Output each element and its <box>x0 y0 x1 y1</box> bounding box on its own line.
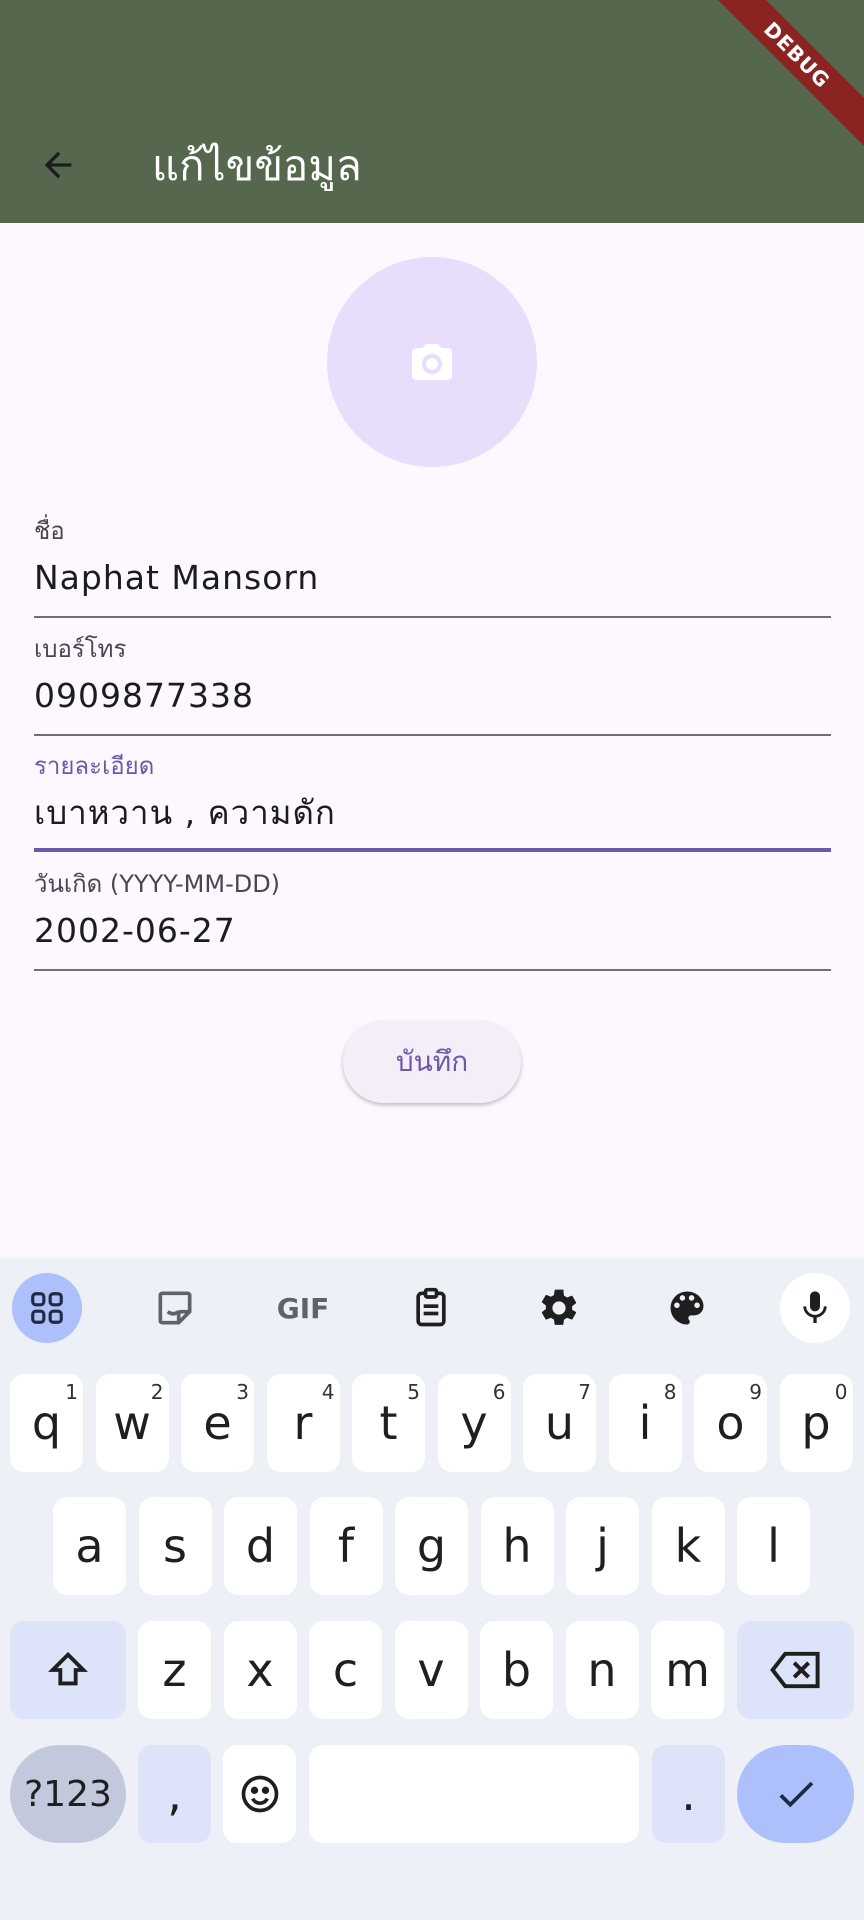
key-y[interactable]: y6 <box>437 1374 511 1472</box>
key-e[interactable]: e3 <box>181 1374 254 1472</box>
symbols-key[interactable]: ?123 <box>10 1745 126 1843</box>
arrow-back-icon[interactable] <box>30 137 86 193</box>
key-q[interactable]: q1 <box>10 1374 83 1472</box>
save-button[interactable]: บันทึก <box>343 1021 521 1103</box>
backspace-key[interactable] <box>737 1621 854 1719</box>
key-hint: 5 <box>407 1380 420 1404</box>
key-hint: 7 <box>578 1380 591 1404</box>
app-bar: แก้ไขข้อมูล DEBUG <box>0 0 864 223</box>
key-hint: 2 <box>150 1380 164 1404</box>
key-label: p <box>801 1396 831 1450</box>
key-label: u <box>544 1396 575 1450</box>
period-key[interactable]: . <box>652 1745 725 1843</box>
comma-key[interactable]: , <box>138 1745 211 1843</box>
space-key[interactable] <box>309 1745 639 1843</box>
key-p[interactable]: p0 <box>779 1374 853 1472</box>
key-o[interactable]: o9 <box>694 1374 767 1472</box>
key-label: e <box>203 1396 232 1450</box>
key-a[interactable]: a <box>53 1497 126 1595</box>
key-l[interactable]: l <box>737 1497 810 1595</box>
key-g[interactable]: g <box>395 1497 468 1595</box>
key-j[interactable]: j <box>566 1497 639 1595</box>
key-hint: 0 <box>834 1380 848 1404</box>
key-label: r <box>293 1396 313 1450</box>
key-s[interactable]: s <box>138 1497 212 1595</box>
birthday-label: วันเกิด (YYYY-MM-DD) <box>34 870 281 898</box>
key-k[interactable]: k <box>651 1497 725 1595</box>
gear-icon[interactable] <box>524 1273 594 1343</box>
key-label: q <box>31 1396 62 1450</box>
name-value[interactable]: Naphat Mansorn <box>34 556 831 600</box>
camera-icon <box>412 344 452 380</box>
key-label: i <box>638 1396 652 1450</box>
birthday-value[interactable]: 2002-06-27 <box>34 909 831 953</box>
key-n[interactable]: n <box>565 1621 639 1719</box>
shift-key[interactable] <box>10 1621 126 1719</box>
palette-icon[interactable] <box>652 1273 722 1343</box>
debug-banner: DEBUG <box>696 0 864 156</box>
key-b[interactable]: b <box>480 1621 553 1719</box>
key-hint: 4 <box>321 1380 335 1404</box>
avatar-picker[interactable] <box>327 257 537 467</box>
page-title: แก้ไขข้อมูล <box>152 141 362 190</box>
key-label: y <box>460 1396 488 1450</box>
clipboard-icon[interactable] <box>396 1273 466 1343</box>
key-label: o <box>716 1396 745 1450</box>
sticker-icon[interactable] <box>140 1273 210 1343</box>
microphone-icon[interactable] <box>780 1273 850 1343</box>
gif-icon[interactable]: GIF <box>268 1273 338 1343</box>
gif-label: GIF <box>276 1291 330 1325</box>
emoji-key[interactable] <box>223 1745 296 1843</box>
details-value[interactable]: เบาหวาน , ความดัก <box>34 791 831 835</box>
key-f[interactable]: f <box>309 1497 383 1595</box>
key-i[interactable]: i8 <box>608 1374 682 1472</box>
key-x[interactable]: x <box>223 1621 297 1719</box>
check-icon <box>779 1781 813 1808</box>
key-hint: 1 <box>65 1380 78 1404</box>
key-hint: 9 <box>749 1380 762 1404</box>
key-d[interactable]: d <box>224 1497 297 1595</box>
key-m[interactable]: m <box>651 1621 724 1719</box>
key-t[interactable]: t5 <box>352 1374 425 1472</box>
birthday-field[interactable]: วันเกิด (YYYY-MM-DD) 2002-06-27 <box>34 869 831 971</box>
phone-field[interactable]: เบอร์โทร 0909877338 <box>34 634 831 736</box>
phone-label: เบอร์โทร <box>34 635 127 663</box>
name-field[interactable]: ชื่อ Naphat Mansorn <box>34 516 831 618</box>
key-label: w <box>113 1396 151 1450</box>
key-u[interactable]: u7 <box>523 1374 596 1472</box>
key-hint: 6 <box>492 1380 506 1404</box>
apps-grid-icon[interactable] <box>12 1273 82 1343</box>
phone-value[interactable]: 0909877338 <box>34 674 831 718</box>
key-h[interactable]: h <box>480 1497 554 1595</box>
done-key[interactable] <box>737 1745 854 1843</box>
key-z[interactable]: z <box>138 1621 211 1719</box>
key-hint: 3 <box>236 1380 249 1404</box>
key-hint: 8 <box>663 1380 677 1404</box>
key-r[interactable]: r4 <box>266 1374 340 1472</box>
key-v[interactable]: v <box>394 1621 468 1719</box>
key-c[interactable]: c <box>309 1621 382 1719</box>
key-w[interactable]: w2 <box>95 1374 169 1472</box>
details-field[interactable]: รายละเอียด เบาหวาน , ความดัก <box>34 751 831 852</box>
details-label: รายละเอียด <box>34 752 155 780</box>
name-label: ชื่อ <box>34 517 65 545</box>
key-label: t <box>379 1396 398 1450</box>
